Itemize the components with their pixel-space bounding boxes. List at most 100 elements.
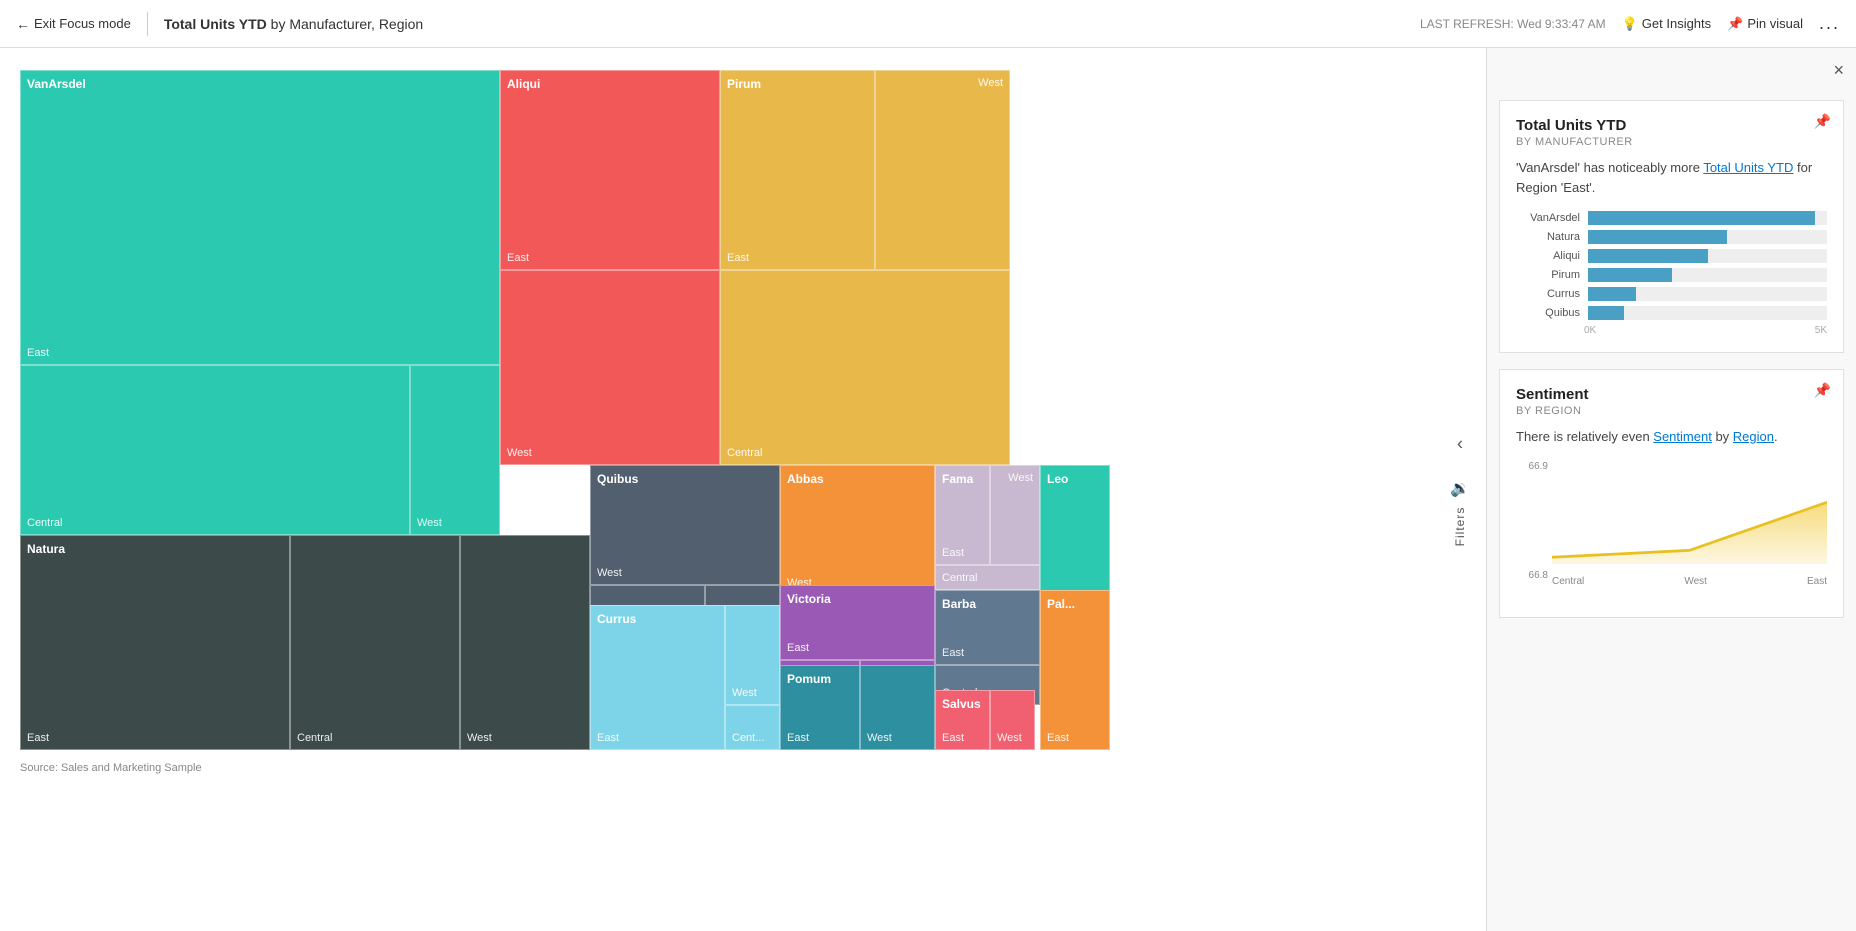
card1-subtitle: BY MANUFACTURER <box>1516 136 1827 148</box>
tile-region-label: Central <box>27 517 62 529</box>
filters-label[interactable]: Filters <box>1453 506 1467 546</box>
pin-icon: 📌 <box>1727 16 1743 32</box>
tile-manufacturer-name: VanArsdel <box>27 77 86 91</box>
lightbulb-icon: 💡 <box>1622 16 1638 32</box>
treemap-tile[interactable]: PirumEast <box>720 70 875 270</box>
tile-region-label: East <box>727 252 749 264</box>
tile-manufacturer-name: Salvus <box>942 697 981 711</box>
back-arrow-icon: ← <box>16 16 30 32</box>
tile-region-label: West <box>867 732 892 744</box>
treemap-tile[interactable]: West <box>875 70 1010 270</box>
treemap-tile[interactable]: West <box>460 535 590 750</box>
treemap-container[interactable]: VanArsdelEastCentralWestAliquiEastWestPi… <box>20 70 1110 750</box>
treemap-tile[interactable]: NaturaEast <box>20 535 290 750</box>
treemap-tile[interactable]: Pal... East <box>1040 590 1110 750</box>
bar-label: Aliqui <box>1516 250 1580 262</box>
tile-manufacturer-name: Abbas <box>787 472 824 486</box>
treemap-tile[interactable]: West <box>990 465 1040 565</box>
treemap-area: VanArsdelEastCentralWestAliquiEastWestPi… <box>0 48 1486 931</box>
bar-row: Quibus <box>1516 306 1827 320</box>
treemap-tile[interactable]: West <box>500 270 720 465</box>
treemap-tile[interactable]: Central <box>20 365 410 535</box>
tile-region-label: Central <box>942 572 977 584</box>
tile-region-label: West <box>467 732 492 744</box>
top-bar-divider <box>147 12 148 36</box>
treemap-tile[interactable]: AbbasWest <box>780 465 935 595</box>
treemap-tile[interactable]: QuibusWest <box>590 465 780 585</box>
speaker-icon: 🔉 <box>1450 478 1470 498</box>
treemap-tile[interactable]: CurrusEast <box>590 605 725 750</box>
treemap-tile[interactable]: West <box>990 690 1035 750</box>
last-refresh: LAST REFRESH: Wed 9:33:47 AM <box>1420 17 1606 31</box>
treemap-tile[interactable]: West <box>860 665 935 750</box>
bar-label: Quibus <box>1516 307 1580 319</box>
more-options-button[interactable]: ... <box>1819 13 1840 34</box>
bar-chart: VanArsdelNaturaAliquiPirumCurrusQuibus <box>1516 211 1827 320</box>
tile-region-label: East <box>787 732 809 744</box>
bar-track <box>1588 306 1827 320</box>
pin-visual-button[interactable]: 📌 Pin visual <box>1727 16 1803 32</box>
tile-manufacturer-name: Pal... <box>1047 597 1075 611</box>
tile-manufacturer-name: Barba <box>942 597 976 611</box>
bar-fill <box>1588 211 1815 225</box>
exit-focus-button[interactable]: ← Exit Focus mode <box>16 16 131 32</box>
card2-link1[interactable]: Sentiment <box>1653 429 1712 444</box>
bar-track <box>1588 249 1827 263</box>
tile-region-label: Central <box>297 732 332 744</box>
treemap-tile[interactable]: West <box>410 365 500 535</box>
exit-focus-label: Exit Focus mode <box>34 16 131 31</box>
bar-row: Aliqui <box>1516 249 1827 263</box>
bar-label: Pirum <box>1516 269 1580 281</box>
treemap-tile[interactable]: Central <box>935 565 1040 590</box>
treemap-tile[interactable]: Cent... <box>725 705 780 750</box>
source-label: Source: Sales and Marketing Sample <box>20 762 1466 774</box>
treemap-tile[interactable]: West <box>725 605 780 705</box>
card1-pin-icon[interactable]: 📌 <box>1814 113 1831 130</box>
tile-manufacturer-name: Fama <box>942 472 973 486</box>
get-insights-button[interactable]: 💡 Get Insights <box>1622 16 1712 32</box>
top-bar: ← Exit Focus mode Total Units YTD by Man… <box>0 0 1856 48</box>
treemap-tile[interactable]: FamaEast <box>935 465 990 565</box>
bar-track <box>1588 287 1827 301</box>
right-panel: × Total Units YTD BY MANUFACTURER 📌 'Van… <box>1486 48 1856 931</box>
tile-region-label: East <box>507 252 529 264</box>
card1-link[interactable]: Total Units YTD <box>1703 160 1793 175</box>
card2-title: Sentiment <box>1516 386 1827 403</box>
collapse-panel-icon[interactable]: ‹ <box>1457 433 1463 454</box>
treemap-tile[interactable]: VictoriaEast <box>780 585 935 660</box>
treemap-tile[interactable]: Pomum East <box>780 665 860 750</box>
bar-fill <box>1588 249 1708 263</box>
tile-region-label: West <box>1008 472 1033 484</box>
treemap-tile[interactable]: BarbaEast <box>935 590 1040 665</box>
close-panel-button[interactable]: × <box>1833 60 1844 81</box>
bar-label: Currus <box>1516 288 1580 300</box>
tile-region-label: East <box>942 732 964 744</box>
card2-pin-icon[interactable]: 📌 <box>1814 382 1831 399</box>
bar-fill <box>1588 230 1727 244</box>
sentiment-svg <box>1552 461 1827 571</box>
tile-region-label: West <box>732 687 757 699</box>
card1-text: 'VanArsdel' has noticeably more Total Un… <box>1516 158 1827 197</box>
treemap-tile[interactable]: Central <box>720 270 1010 465</box>
treemap-tile[interactable]: Salvus East <box>935 690 990 750</box>
treemap-tile[interactable]: VanArsdelEast <box>20 70 500 365</box>
tile-region-label: West <box>978 77 1003 89</box>
bar-label: Natura <box>1516 231 1580 243</box>
tile-region-label: East <box>597 732 619 744</box>
bar-row: Pirum <box>1516 268 1827 282</box>
tile-region-label: Cent... <box>732 732 764 744</box>
card2-link2[interactable]: Region <box>1733 429 1774 444</box>
total-units-insight-card: Total Units YTD BY MANUFACTURER 📌 'VanAr… <box>1499 100 1844 353</box>
sentiment-insight-card: Sentiment BY REGION 📌 There is relativel… <box>1499 369 1844 618</box>
bar-fill <box>1588 306 1624 320</box>
card1-title: Total Units YTD <box>1516 117 1827 134</box>
treemap-tile[interactable]: AliquiEast <box>500 70 720 270</box>
bar-row: Currus <box>1516 287 1827 301</box>
main-layout: VanArsdelEastCentralWestAliquiEastWestPi… <box>0 48 1856 931</box>
bar-fill <box>1588 268 1672 282</box>
tile-region-label: East <box>1047 732 1069 744</box>
treemap-tile[interactable]: Central <box>290 535 460 750</box>
tile-manufacturer-name: Pomum <box>787 672 831 686</box>
tile-region-label: West <box>507 447 532 459</box>
tile-manufacturer-name: Victoria <box>787 592 831 606</box>
